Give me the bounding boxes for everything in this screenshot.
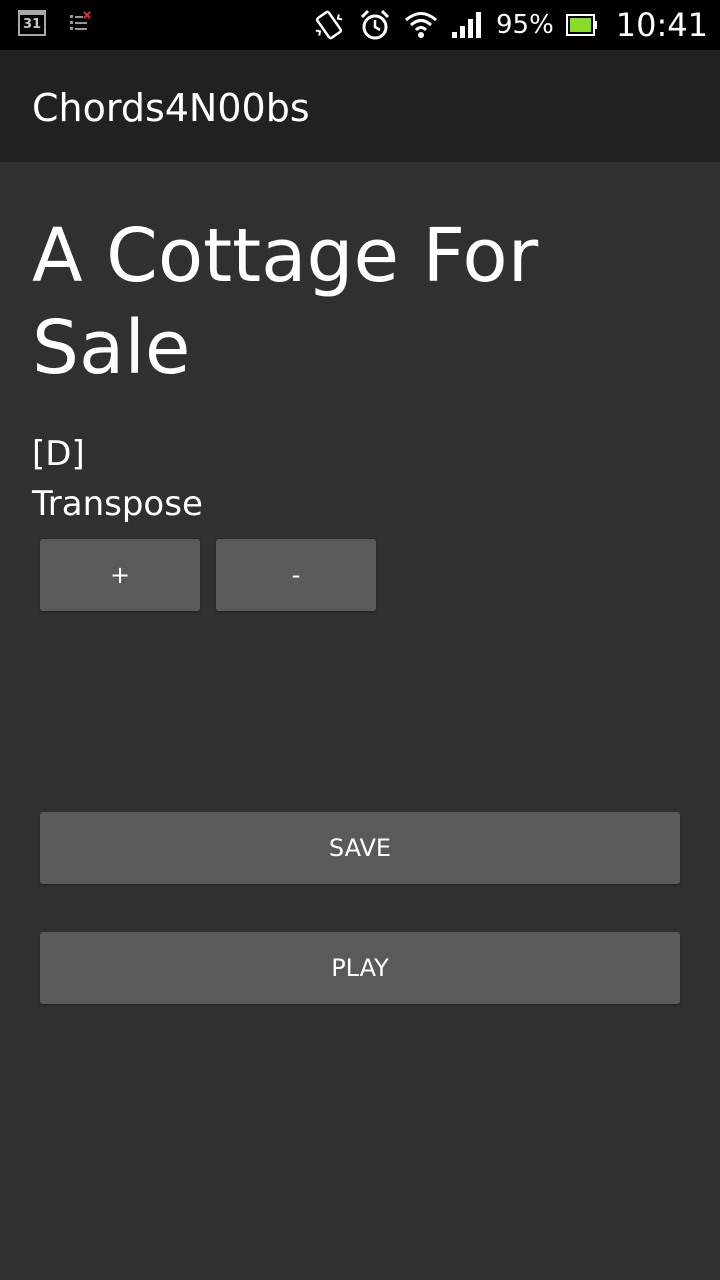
clock: 10:41 <box>615 6 708 44</box>
transpose-up-button[interactable]: + <box>40 539 200 611</box>
battery-icon <box>565 14 597 36</box>
status-bar: 31 95% 10:41 <box>0 0 720 50</box>
alarm-icon <box>360 9 390 40</box>
calendar-icon: 31 <box>18 10 46 36</box>
battery-percent: 95% <box>495 10 554 40</box>
transpose-down-button[interactable]: - <box>216 539 376 611</box>
wifi-icon <box>405 12 437 38</box>
app-title: Chords4N00bs <box>32 86 310 130</box>
song-detail: A Cottage For Sale [D] Transpose + - SAV… <box>0 162 720 1280</box>
status-right: 95% 10:41 <box>312 0 708 50</box>
transpose-label: Transpose <box>32 484 203 524</box>
signal-icon <box>451 12 481 38</box>
song-title: A Cottage For Sale <box>32 213 539 391</box>
task-list-icon <box>70 11 91 30</box>
vibrate-icon <box>315 10 343 40</box>
save-button[interactable]: SAVE <box>40 812 680 884</box>
song-key: [D] <box>32 434 85 474</box>
calendar-day: 31 <box>22 17 42 32</box>
play-button[interactable]: PLAY <box>40 932 680 1004</box>
status-left: 31 <box>18 10 92 36</box>
action-bar: Chords4N00bs <box>0 50 720 162</box>
